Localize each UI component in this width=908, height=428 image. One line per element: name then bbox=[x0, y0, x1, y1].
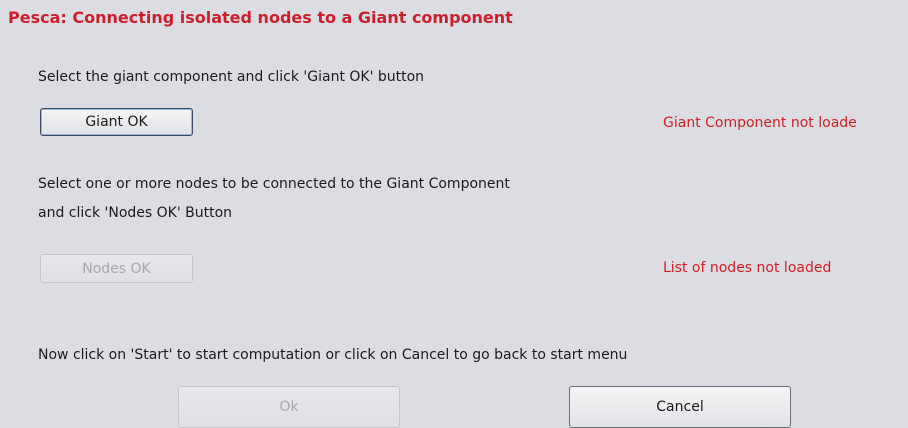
dialog-panel: Pesca: Connecting isolated nodes to a Gi… bbox=[0, 0, 908, 428]
start-instruction: Now click on 'Start' to start computatio… bbox=[38, 347, 628, 363]
dialog-title: Pesca: Connecting isolated nodes to a Gi… bbox=[8, 8, 513, 27]
ok-button[interactable]: Ok bbox=[178, 386, 400, 428]
nodes-status-text: List of nodes not loaded bbox=[663, 260, 832, 276]
nodes-ok-button[interactable]: Nodes OK bbox=[40, 254, 193, 283]
nodes-instruction-line1: Select one or more nodes to be connected… bbox=[38, 176, 510, 192]
giant-status-text: Giant Component not loade bbox=[663, 115, 857, 131]
cancel-button[interactable]: Cancel bbox=[569, 386, 791, 428]
giant-instruction: Select the giant component and click 'Gi… bbox=[38, 69, 425, 85]
nodes-instruction-line2: and click 'Nodes OK' Button bbox=[38, 205, 233, 221]
giant-ok-button[interactable]: Giant OK bbox=[40, 108, 193, 136]
